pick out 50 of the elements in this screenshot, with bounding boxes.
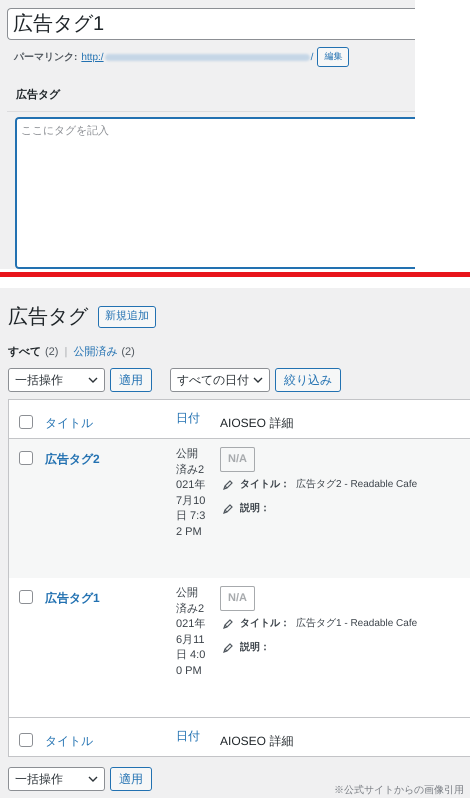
- post-date: 公開済み2021年7月10日 7:32 PM: [176, 447, 206, 540]
- seo-title-text: 広告タグ1 - Readable Cafe: [296, 616, 418, 631]
- column-sort-link[interactable]: 日付: [176, 411, 200, 425]
- row-checkbox[interactable]: [19, 590, 33, 604]
- title-field[interactable]: 広告タグ1: [7, 8, 415, 40]
- post-title-link[interactable]: 広告タグ1: [45, 591, 100, 605]
- seo-description-label: 説明：: [240, 502, 270, 516]
- filter-count: (2): [121, 344, 135, 360]
- page-heading: 広告タグ: [8, 304, 88, 330]
- seo-description-label: 説明：: [240, 640, 270, 655]
- row-checkbox[interactable]: [19, 733, 33, 747]
- column-header: AIOSEO 詳細: [220, 416, 294, 430]
- permalink-link[interactable]: http:/: [81, 50, 104, 64]
- add-new-button[interactable]: 新規追加: [98, 306, 156, 328]
- post-date: 公開済み2021年6月11日 4:00 PM: [176, 586, 206, 678]
- filter-button[interactable]: 絞り込み: [275, 368, 341, 392]
- pencil-icon: [222, 478, 234, 490]
- post-title-link[interactable]: 広告タグ2: [45, 452, 100, 466]
- permalink-label: パーマリンク:: [14, 50, 78, 64]
- image-credit-caption: ※公式サイトからの画像引用: [334, 784, 464, 798]
- tag-textarea[interactable]: ここにタグを記入: [15, 116, 415, 268]
- tag-box-label: 広告タグ: [16, 88, 62, 103]
- filter-count: (2): [45, 344, 58, 360]
- column-sort-link[interactable]: 日付: [176, 729, 200, 743]
- select-dropdown[interactable]: 一括操作: [8, 767, 105, 791]
- apply-button[interactable]: 適用: [110, 767, 152, 791]
- filter-separator: |: [64, 344, 68, 360]
- status-filter-link[interactable]: 公開済み: [73, 344, 118, 360]
- row-checkbox[interactable]: [19, 415, 33, 429]
- chevron-down-icon: [253, 377, 263, 383]
- seo-title-label: タイトル：: [240, 617, 290, 631]
- pencil-icon: [222, 618, 234, 630]
- row-checkbox[interactable]: [19, 451, 33, 465]
- column-sort-link[interactable]: タイトル: [45, 416, 93, 430]
- apply-button[interactable]: 適用: [110, 368, 152, 392]
- edit-button[interactable]: 編集: [317, 47, 350, 67]
- status-filter-link[interactable]: すべて: [8, 344, 41, 360]
- select-dropdown[interactable]: 一括操作: [8, 368, 105, 392]
- chevron-down-icon: [88, 776, 98, 782]
- select-dropdown[interactable]: すべての日付: [170, 368, 270, 392]
- seo-score-badge: N/A: [220, 586, 255, 611]
- column-header: AIOSEO 詳細: [220, 734, 294, 748]
- pencil-icon: [222, 502, 234, 514]
- seo-score-badge: N/A: [220, 447, 255, 472]
- pencil-icon: [222, 642, 234, 654]
- chevron-down-icon: [88, 377, 98, 383]
- seo-title-label: タイトル：: [240, 478, 290, 492]
- column-sort-link[interactable]: タイトル: [45, 734, 93, 748]
- seo-title-text: 広告タグ2 - Readable Cafe: [296, 478, 418, 492]
- permalink-end: /: [310, 50, 314, 64]
